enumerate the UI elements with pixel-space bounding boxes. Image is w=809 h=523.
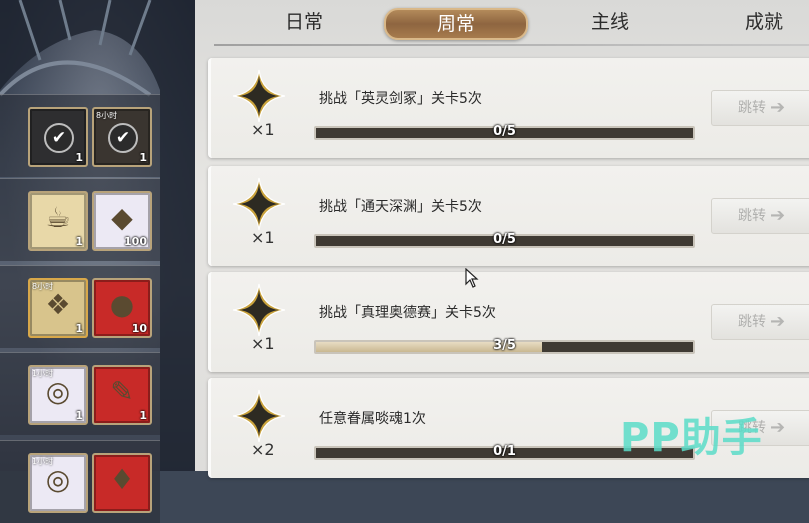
tab-main-story[interactable]: 主线 <box>574 8 646 36</box>
progress-text: 3/5 <box>493 338 516 353</box>
star-reward-icon <box>232 283 286 337</box>
reward-count: ×2 <box>251 440 275 459</box>
duration-tag: 1小时 <box>32 369 54 378</box>
quest-title: 挑战「真理奥德赛」关卡5次 <box>319 305 496 321</box>
item-quantity: 10 <box>131 322 147 335</box>
star-reward-icon <box>232 389 286 443</box>
reward-item[interactable]: ● 10 <box>92 278 152 338</box>
quest-row: ×1 挑战「英灵剑冢」关卡5次 0/5 跳转 ➔ <box>208 58 809 158</box>
quest-title: 任意眷属啖魂1次 <box>319 411 426 427</box>
arrow-right-icon: ➔ <box>770 97 786 118</box>
jump-button-label: 跳转 <box>738 208 766 224</box>
quest-row: ×1 挑战「通天深渊」关卡5次 0/5 跳转 ➔ <box>208 166 809 266</box>
item-quantity: 100 <box>124 235 147 248</box>
reward-item[interactable]: ◆ 100 <box>92 191 152 251</box>
coin-pile-icon: ◎ <box>45 375 71 408</box>
reward-item[interactable]: ✔ 8小时 1 <box>92 107 152 167</box>
watermark: PP助手 <box>620 415 763 461</box>
reward-count: ×1 <box>251 228 275 247</box>
arrow-right-icon: ➔ <box>770 417 786 438</box>
item-quantity: 1 <box>75 409 83 422</box>
quest-title: 挑战「英灵剑冢」关卡5次 <box>319 91 482 107</box>
item-quantity: 1 <box>75 322 83 335</box>
star-reward-icon <box>232 177 286 231</box>
reward-row: ✔ 1 ✔ 8小时 1 <box>0 94 160 177</box>
ore-icon: ◆ <box>111 201 133 234</box>
reward-item[interactable]: ◎ 1小时 <box>28 453 88 513</box>
reward-item[interactable]: ◎ 1小时 1 <box>28 365 88 425</box>
item-quantity: 1 <box>75 235 83 248</box>
reward-row: ◎ 1小时 ♦ <box>0 440 160 523</box>
mouse-cursor-icon <box>465 267 479 292</box>
jump-button[interactable]: 跳转 ➔ <box>711 198 809 234</box>
progress-bar: 0/5 <box>314 124 695 140</box>
tab-bar: 日常 周常 主线 成就 <box>220 0 809 45</box>
item-quantity: 1 <box>139 151 147 164</box>
duration-tag: 8小时 <box>32 282 54 291</box>
item-quantity: 1 <box>75 151 83 164</box>
jump-button[interactable]: 跳转 ➔ <box>711 90 809 126</box>
coin-pile-icon: ◎ <box>45 463 71 496</box>
tab-weekly[interactable]: 周常 <box>384 8 528 40</box>
item-quantity: 1 <box>139 409 147 422</box>
scroll-icon: ✎ <box>110 375 134 408</box>
reward-item[interactable]: ❖ 8小时 1 <box>28 278 88 338</box>
reward-item[interactable]: ✔ 1 <box>28 107 88 167</box>
reward-row: ◎ 1小时 1 ✎ 1 <box>0 352 160 435</box>
progress-bar: 3/5 <box>314 338 695 354</box>
tab-achievements[interactable]: 成就 <box>728 8 800 36</box>
progress-bar: 0/5 <box>314 232 695 248</box>
arrow-right-icon: ➔ <box>770 205 786 226</box>
duration-tag: 1小时 <box>32 457 54 466</box>
check-badge-icon: ✔ <box>108 123 138 153</box>
check-badge-icon: ✔ <box>44 123 74 153</box>
quest-row: ×1 挑战「真理奥德赛」关卡5次 3/5 跳转 ➔ <box>208 272 809 372</box>
reward-row: ☕ 1 ◆ 100 <box>0 178 160 261</box>
reward-item[interactable]: ♦ <box>92 453 152 513</box>
tab-daily[interactable]: 日常 <box>268 8 340 36</box>
progress-text: 0/5 <box>493 232 516 247</box>
jump-button[interactable]: 跳转 ➔ <box>711 304 809 340</box>
tab-divider <box>214 44 809 46</box>
star-reward-icon <box>232 69 286 123</box>
red-gem-icon: ● <box>109 288 135 321</box>
reward-row: ❖ 8小时 1 ● 10 <box>0 265 160 348</box>
quest-title: 挑战「通天深渊」关卡5次 <box>319 199 482 215</box>
duration-tag: 8小时 <box>96 111 118 120</box>
arrow-right-icon: ➔ <box>770 311 786 332</box>
reward-item[interactable]: ✎ 1 <box>92 365 152 425</box>
reward-count: ×1 <box>251 120 275 139</box>
treasure-pile-icon: ❖ <box>45 288 71 321</box>
reward-item[interactable]: ☕ 1 <box>28 191 88 251</box>
red-card-icon: ♦ <box>109 463 135 496</box>
jump-button-label: 跳转 <box>738 100 766 116</box>
progress-text: 0/5 <box>493 124 516 139</box>
jump-button-label: 跳转 <box>738 314 766 330</box>
teapot-icon: ☕ <box>45 201 71 234</box>
reward-count: ×1 <box>251 334 275 353</box>
